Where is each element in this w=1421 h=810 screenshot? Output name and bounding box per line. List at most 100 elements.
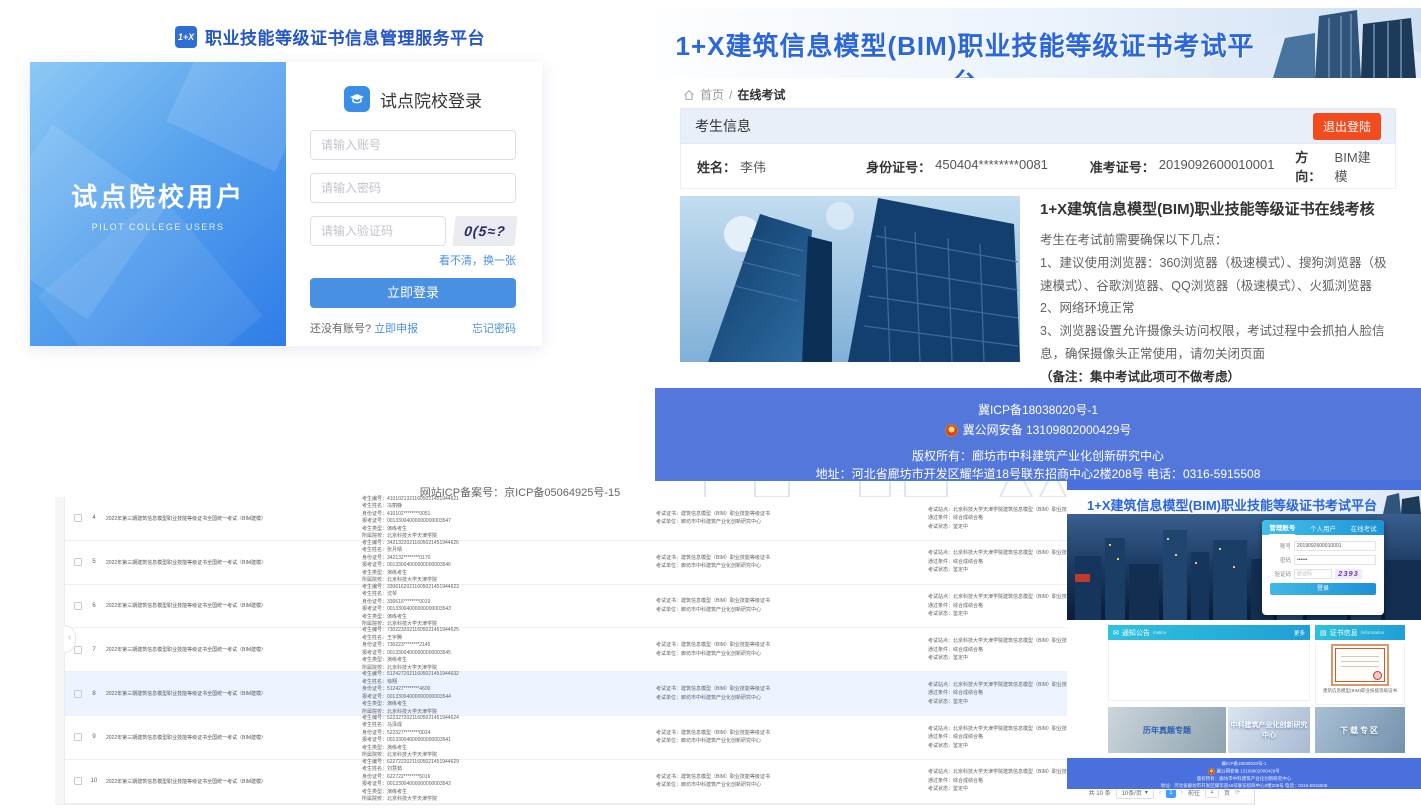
candidate-idcard: 身份证号：512427********4600 <box>362 686 430 692</box>
captcha-input[interactable] <box>310 216 446 246</box>
logout-button[interactable]: 退出登陆 <box>1313 113 1381 140</box>
exam-name: 2022年第三期建筑信息模型职业技能等级证书全国统一考试（BIM建模） <box>106 515 358 522</box>
banner-research-center[interactable]: 中科建筑产业化创新研究中心 <box>1228 707 1310 753</box>
exam-certificate: 考试证书：建筑信息模型（BIM）职业技能等级证书 <box>656 774 770 780</box>
candidate-name: 考生姓名：冯丽静 <box>362 503 402 509</box>
tab-online-exam[interactable]: 在线考试 <box>1351 520 1377 535</box>
certificate-thumbnail[interactable] <box>1331 644 1389 686</box>
exam-name: 2022年第三期建筑信息模型职业技能等级证书全国统一考试（BIM建模） <box>106 734 358 741</box>
prev-page-button[interactable]: ‹ <box>1159 790 1161 796</box>
exam-name: 2022年第三期建筑信息模型职业技能等级证书全国统一考试（BIM建模） <box>106 778 358 785</box>
intro-note: （备注：集中考试此项可不做考虑） <box>1040 366 1396 389</box>
mini-account-input[interactable] <box>1294 541 1376 551</box>
mini-captcha-input[interactable] <box>1294 569 1332 579</box>
captcha-image[interactable]: 0(5≈? <box>452 216 517 246</box>
mini-header: 1+X建筑信息模型(BIM)职业技能等级证书考试平台 <box>1067 490 1421 514</box>
candidate-panel-title: 考生信息 <box>695 116 751 136</box>
mini-captcha-image[interactable]: 2393 <box>1335 569 1362 579</box>
no-account-text: 还没有账号? 立即申报 <box>310 320 418 336</box>
notice-more-link[interactable]: 更多 <box>1294 629 1305 637</box>
candidate-regno: 报考证号：00133004000000000003543 <box>362 606 451 612</box>
exam-org: 考试单位：廊坊市中科建筑产业化创新研究中心 <box>656 738 761 744</box>
notice-panel-body <box>1108 640 1310 701</box>
row-checkbox[interactable] <box>74 646 82 654</box>
intro-line: 2、网络环境正常 <box>1040 297 1396 320</box>
online-exam-page: 1+X建筑信息模型(BIM)职业技能等级证书考试平台 首页 / 在线考试 考生信… <box>655 0 1421 481</box>
mini-password-label: 密码 <box>1270 556 1291 564</box>
refresh-icon[interactable]: ⟳ <box>1235 789 1240 796</box>
exam-certificate: 考试证书：建筑信息模型（BIM）职业技能等级证书 <box>656 730 770 736</box>
skyscraper-photo <box>680 196 1020 362</box>
banner-past-exam-papers[interactable]: 历年真题专题 <box>1108 707 1226 753</box>
row-number: 5 <box>82 559 106 565</box>
password-input[interactable] <box>310 173 516 203</box>
candidate-regno: 报考证号：00133004000000000003546 <box>362 562 451 568</box>
login-form: 试点院校登录 0(5≈? 看不清，换一张 立即登录 还没有账号? 立即申报 忘记… <box>286 62 542 346</box>
envelope-icon: ✉ <box>1113 629 1119 637</box>
forgot-password-link[interactable]: 忘记密码 <box>472 320 516 336</box>
candidate-no: 考生编号：73022320211605021451944625 <box>362 627 459 633</box>
banner-download-zone[interactable]: 下载专区 <box>1315 707 1405 753</box>
candidate-name: 考生姓名：王宇腾 <box>362 635 402 641</box>
graduation-cap-icon <box>344 86 370 112</box>
row-checkbox[interactable] <box>74 733 82 741</box>
candidate-type: 考生类型：演练考生 <box>362 745 407 751</box>
mini-password-input[interactable] <box>1294 555 1376 565</box>
login-button[interactable]: 立即登录 <box>310 278 516 308</box>
online-assessment-title: 1+X建筑信息模型(BIM)职业技能等级证书在线考核 <box>1040 198 1396 219</box>
exam-certificate: 考试证书：建筑信息模型（BIM）职业技能等级证书 <box>656 555 770 561</box>
candidate-college: 所属院校：北京科技大学天津学院 <box>362 533 437 539</box>
candidate-idcard: 身份证号：522327********0024 <box>362 730 430 736</box>
breadcrumb-current: 在线考试 <box>737 86 785 103</box>
breadcrumb-home[interactable]: 首页 <box>700 86 724 103</box>
certificate-info: 考试证书：建筑信息模型（BIM）职业技能等级证书 考试单位：廊坊市中科建筑产业化… <box>656 685 906 702</box>
candidate-no: 考生编号：33061620211605021451944623 <box>362 584 459 590</box>
chevron-down-icon: ▾ <box>1145 789 1148 796</box>
mini-footer-police: 冀公网安备 13109802000429号 <box>1216 769 1279 774</box>
candidate-name: 考生姓名：马泽成 <box>362 722 402 728</box>
row-number: 9 <box>82 734 106 740</box>
candidate-type: 考生类型：演练考生 <box>362 789 407 795</box>
mini-login-button[interactable]: 登录 <box>1270 583 1376 595</box>
candidate-idcard: 身份证号：622722********5016 <box>362 774 430 780</box>
row-checkbox[interactable] <box>74 514 82 522</box>
row-checkbox[interactable] <box>74 690 82 698</box>
row-checkbox[interactable] <box>74 602 82 610</box>
row-checkbox[interactable] <box>74 777 82 785</box>
row-checkbox[interactable] <box>74 558 82 566</box>
footer-police: 冀公网安备 13109802000429号 <box>963 421 1132 439</box>
candidate-name: 考生姓名：沈琴 <box>362 591 397 597</box>
candidate-regno: 报考证号：00133004000000000003544 <box>362 694 451 700</box>
exam-status: 考试状态：鉴定中 <box>928 655 968 661</box>
tab-personal-user[interactable]: 个人用户 <box>1310 520 1336 535</box>
candidate-detail: 考生编号：41010213211605021451944621 考生姓名：冯丽静… <box>362 496 612 541</box>
exam-name: 2022年第三期建筑信息模型职业技能等级证书全国统一考试（BIM建模） <box>106 690 358 697</box>
tab-admin-account[interactable]: 管理账号 <box>1269 520 1295 535</box>
exam-org: 考试单位：廊坊市中科建筑产业化创新研究中心 <box>656 651 761 657</box>
certificate-seal-icon <box>1373 671 1382 680</box>
candidate-college: 所属院校：北京科技大学天津学院 <box>362 796 437 802</box>
candidate-name: 考生姓名：刘慧茹 <box>362 766 402 772</box>
breadcrumb-separator: / <box>729 88 732 102</box>
login-page-header: 1+X 职业技能等级证书信息管理服务平台 <box>0 24 660 49</box>
row-number: 6 <box>82 603 106 609</box>
exam-status: 考试状态：鉴定中 <box>928 786 968 792</box>
platform-logo-icon: 1+X <box>175 26 197 48</box>
exam-certificate: 考试证书：建筑信息模型（BIM）职业技能等级证书 <box>656 511 770 517</box>
account-input[interactable] <box>310 130 516 160</box>
candidate-type: 考生类型：演练考生 <box>362 570 407 576</box>
intro-line: 考生在考试前需要确保以下几点： <box>1040 229 1396 252</box>
captcha-refresh-link[interactable]: 看不清，换一张 <box>310 252 516 268</box>
candidate-idcard: 身份证号：330616********0019 <box>362 599 430 605</box>
candidate-detail: 考生编号：51242720211605021451944632 考生姓名：徐翔 … <box>362 671 612 716</box>
footer-copyright: 版权所有：廊坊市中科建筑产业化创新研究中心 <box>655 447 1421 465</box>
certificate-info: 考试证书：建筑信息模型（BIM）职业技能等级证书 考试单位：廊坊市中科建筑产业化… <box>656 773 906 790</box>
apply-now-link[interactable]: 立即申报 <box>374 323 418 335</box>
next-page-button[interactable]: › <box>1181 790 1183 796</box>
exam-certificate: 考试证书：建筑信息模型（BIM）职业技能等级证书 <box>656 642 770 648</box>
certificate-caption: 建筑信息模型(BIM)职业技能等级证书 <box>1316 688 1404 694</box>
row-number: 10 <box>82 778 106 784</box>
login-card: 试点院校用户 PILOT COLLEGE USERS 试点院校登录 0(5≈? … <box>30 62 542 346</box>
pass-condition: 通过条件：综合成绩合格 <box>928 647 983 653</box>
brand-panel-subtitle: PILOT COLLEGE USERS <box>92 222 225 232</box>
